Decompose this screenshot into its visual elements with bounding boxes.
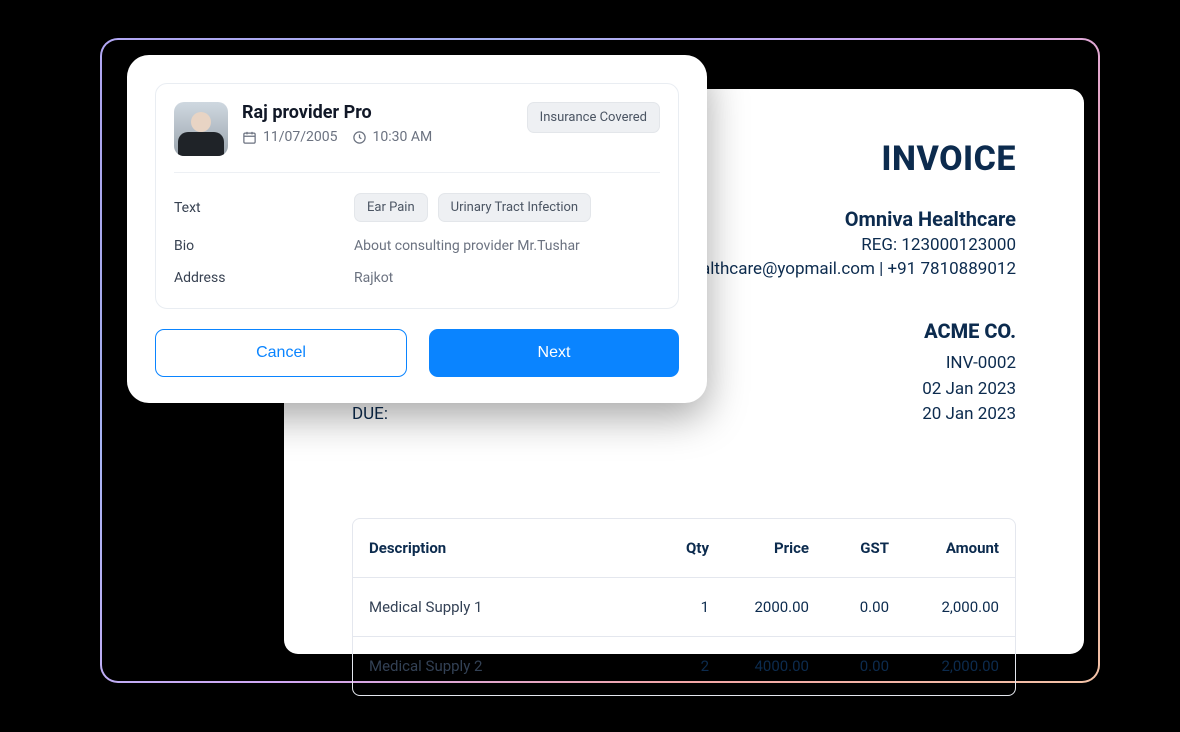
td-gst: 0.00 <box>809 598 889 616</box>
cancel-button[interactable]: Cancel <box>155 329 407 377</box>
person-date: 11/07/2005 <box>263 129 338 145</box>
invoice-due-label: DUE: <box>352 402 494 428</box>
field-address-label: Address <box>174 270 344 286</box>
td-qty: 1 <box>649 598 709 616</box>
td-amount: 2,000.00 <box>889 657 999 675</box>
invoice-due-value: 20 Jan 2023 <box>922 402 1016 428</box>
field-bio-value: About consulting provider Mr.Tushar <box>354 238 660 254</box>
field-address-value: Rajkot <box>354 270 660 286</box>
tag: Urinary Tract Infection <box>438 193 591 222</box>
td-desc: Medical Supply 1 <box>369 598 649 616</box>
divider <box>174 172 660 173</box>
th-price: Price <box>709 539 809 557</box>
th-description: Description <box>369 539 649 557</box>
invoice-date-value: 02 Jan 2023 <box>922 377 1016 403</box>
table-header-row: Description Qty Price GST Amount <box>353 519 1015 578</box>
invoice-number-value: INV-0002 <box>922 351 1016 377</box>
modal-fields: Text Ear Pain Urinary Tract Infection Bi… <box>174 185 660 294</box>
td-amount: 2,000.00 <box>889 598 999 616</box>
modal-actions: Cancel Next <box>155 329 679 377</box>
person-block: Raj provider Pro 11/07/2005 10:30 AM <box>174 102 432 156</box>
provider-modal: Raj provider Pro 11/07/2005 10:30 AM Ins… <box>127 55 707 403</box>
avatar <box>174 102 228 156</box>
td-price: 4000.00 <box>709 657 809 675</box>
modal-header: Raj provider Pro 11/07/2005 10:30 AM Ins… <box>174 102 660 156</box>
clock-icon <box>352 130 367 145</box>
th-gst: GST <box>809 539 889 557</box>
field-text-label: Text <box>174 200 344 216</box>
th-amount: Amount <box>889 539 999 557</box>
insurance-badge: Insurance Covered <box>527 102 660 133</box>
table-row: Medical Supply 2 2 4000.00 0.00 2,000.00 <box>353 637 1015 695</box>
person-name: Raj provider Pro <box>242 102 432 123</box>
calendar-icon <box>242 130 257 145</box>
tag-group: Ear Pain Urinary Tract Infection <box>354 193 660 222</box>
person-meta: 11/07/2005 10:30 AM <box>242 129 432 145</box>
tag: Ear Pain <box>354 193 428 222</box>
table-row: Medical Supply 1 1 2000.00 0.00 2,000.00 <box>353 578 1015 637</box>
td-qty: 2 <box>649 657 709 675</box>
person-time: 10:30 AM <box>373 129 433 145</box>
invoice-table: Description Qty Price GST Amount Medical… <box>352 518 1016 696</box>
td-gst: 0.00 <box>809 657 889 675</box>
next-button[interactable]: Next <box>429 329 679 377</box>
th-qty: Qty <box>649 539 709 557</box>
field-bio-label: Bio <box>174 238 344 254</box>
td-price: 2000.00 <box>709 598 809 616</box>
provider-modal-body: Raj provider Pro 11/07/2005 10:30 AM Ins… <box>155 83 679 309</box>
td-desc: Medical Supply 2 <box>369 657 649 675</box>
